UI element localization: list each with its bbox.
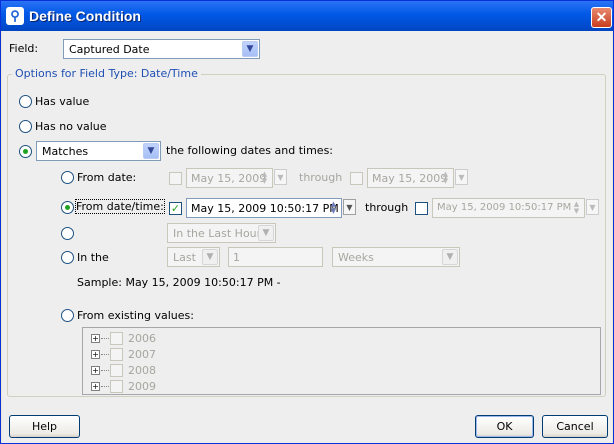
tree-item-label: 2009: [128, 380, 156, 393]
tree-checkbox[interactable]: [110, 364, 123, 377]
match-type-value: Matches: [42, 145, 89, 158]
in-the-count-value: 1: [233, 251, 240, 264]
chevron-down-icon[interactable]: ▼: [442, 249, 458, 265]
from-date-end-field[interactable]: May 15, 2009 ▲ ▼: [367, 168, 454, 188]
dialog-body: Field: Captured Date ▼ Options for Field…: [2, 31, 612, 443]
app-icon: ⚲: [6, 7, 24, 25]
calendar-dropdown-icon: ▼: [277, 173, 284, 182]
tree-item-label: 2007: [128, 348, 156, 361]
existing-values-tree[interactable]: + 2006 + 2007 + 2008 + 2009: [82, 327, 601, 395]
from-date-through-label: through: [299, 171, 343, 184]
from-date-end-checkbox[interactable]: [350, 172, 363, 185]
field-select[interactable]: Captured Date ▼: [63, 39, 260, 59]
sample-text: Sample: May 15, 2009 10:50:17 PM -: [77, 276, 281, 289]
from-date-start-field[interactable]: May 15, 2009 ▲ ▼: [186, 168, 273, 188]
spinner-icon[interactable]: ▲ ▼: [259, 171, 270, 185]
in-the-radio[interactable]: [61, 251, 74, 264]
in-the-count-field[interactable]: 1: [228, 247, 323, 267]
from-datetime-start-checkbox[interactable]: ✓: [169, 202, 182, 215]
expand-icon[interactable]: +: [91, 366, 100, 375]
expand-icon[interactable]: +: [91, 382, 100, 391]
field-label: Field:: [9, 42, 39, 55]
existing-values-radio[interactable]: [61, 309, 74, 322]
expand-icon[interactable]: +: [91, 334, 100, 343]
calendar-dropdown-icon: ▼: [346, 203, 353, 212]
tree-connector: [101, 386, 109, 387]
expand-icon[interactable]: +: [91, 350, 100, 359]
chevron-down-icon[interactable]: ▼: [202, 249, 218, 265]
in-the-unit-value: Weeks: [338, 251, 374, 264]
help-button[interactable]: Help: [9, 415, 80, 438]
tree-checkbox[interactable]: [110, 332, 123, 345]
spinner-icon[interactable]: ▲ ▼: [571, 201, 582, 215]
from-datetime-end-value: May 15, 2009 10:50:17 PM: [437, 202, 572, 213]
from-date-end-value: May 15, 2009: [372, 172, 448, 185]
from-date-start-calendar-dropdown[interactable]: ▼: [274, 169, 287, 185]
relative-period-select[interactable]: In the Last Hour ▼: [167, 223, 276, 243]
from-datetime-start-calendar-dropdown[interactable]: ▼: [343, 199, 356, 215]
chevron-down-icon[interactable]: ▼: [242, 41, 258, 57]
cancel-button[interactable]: Cancel: [542, 415, 608, 438]
calendar-dropdown-icon: ▼: [589, 203, 596, 212]
has-no-value-radio[interactable]: [19, 120, 32, 133]
window-title: Define Condition: [29, 8, 141, 24]
relative-period-radio[interactable]: [61, 227, 74, 240]
close-button[interactable]: ✕: [591, 7, 612, 28]
close-icon: ✕: [595, 9, 608, 25]
has-value-label: Has value: [35, 95, 90, 108]
chevron-down-icon[interactable]: ▼: [143, 143, 159, 159]
has-value-radio[interactable]: [19, 95, 32, 108]
chevron-down-icon[interactable]: ▼: [258, 225, 274, 241]
tree-checkbox[interactable]: [110, 380, 123, 393]
matches-radio[interactable]: [19, 145, 32, 158]
ok-button[interactable]: OK: [475, 415, 534, 438]
from-datetime-end-checkbox[interactable]: [415, 202, 428, 215]
from-date-radio[interactable]: [61, 171, 74, 184]
tree-connector: [101, 354, 109, 355]
in-the-direction-select[interactable]: Last ▼: [167, 247, 220, 267]
from-date-end-calendar-dropdown[interactable]: ▼: [455, 169, 468, 185]
from-datetime-start-value: May 15, 2009 10:50:17 PM: [191, 202, 339, 215]
tree-checkbox[interactable]: [110, 348, 123, 361]
from-date-start-value: May 15, 2009: [191, 172, 267, 185]
tree-connector: [101, 370, 109, 371]
matches-suffix-label: the following dates and times:: [166, 144, 334, 157]
field-select-value: Captured Date: [69, 43, 150, 56]
tree-item-label: 2008: [128, 364, 156, 377]
spinner-icon[interactable]: ▲ ▼: [328, 201, 339, 215]
in-the-direction-value: Last: [173, 251, 196, 264]
define-condition-dialog: ⚲ Define Condition ✕ Field: Captured Dat…: [0, 0, 614, 444]
has-no-value-label: Has no value: [35, 120, 107, 133]
title-bar[interactable]: ⚲ Define Condition ✕: [1, 1, 613, 31]
from-date-label: From date:: [77, 171, 137, 184]
from-datetime-start-field[interactable]: May 15, 2009 10:50:17 PM ▲ ▼: [186, 198, 342, 218]
relative-period-value: In the Last Hour: [173, 227, 262, 240]
match-type-select[interactable]: Matches ▼: [36, 141, 161, 161]
from-datetime-end-field[interactable]: May 15, 2009 10:50:17 PM ▲ ▼: [432, 198, 585, 218]
spinner-icon[interactable]: ▲ ▼: [440, 171, 451, 185]
in-the-label: In the: [77, 251, 109, 264]
group-title: Options for Field Type: Date/Time: [12, 67, 201, 80]
from-datetime-radio[interactable]: [61, 201, 74, 214]
existing-values-label: From existing values:: [77, 309, 194, 322]
checkmark-icon: ✓: [170, 202, 181, 215]
from-datetime-through-label: through: [365, 201, 409, 214]
from-datetime-end-calendar-dropdown[interactable]: ▼: [586, 199, 599, 215]
from-date-start-checkbox[interactable]: [169, 172, 182, 185]
in-the-unit-select[interactable]: Weeks ▼: [332, 247, 460, 267]
from-datetime-label: From date/time:: [75, 199, 165, 214]
calendar-dropdown-icon: ▼: [458, 173, 465, 182]
tree-item-label: 2006: [128, 332, 156, 345]
tree-connector: [101, 338, 109, 339]
